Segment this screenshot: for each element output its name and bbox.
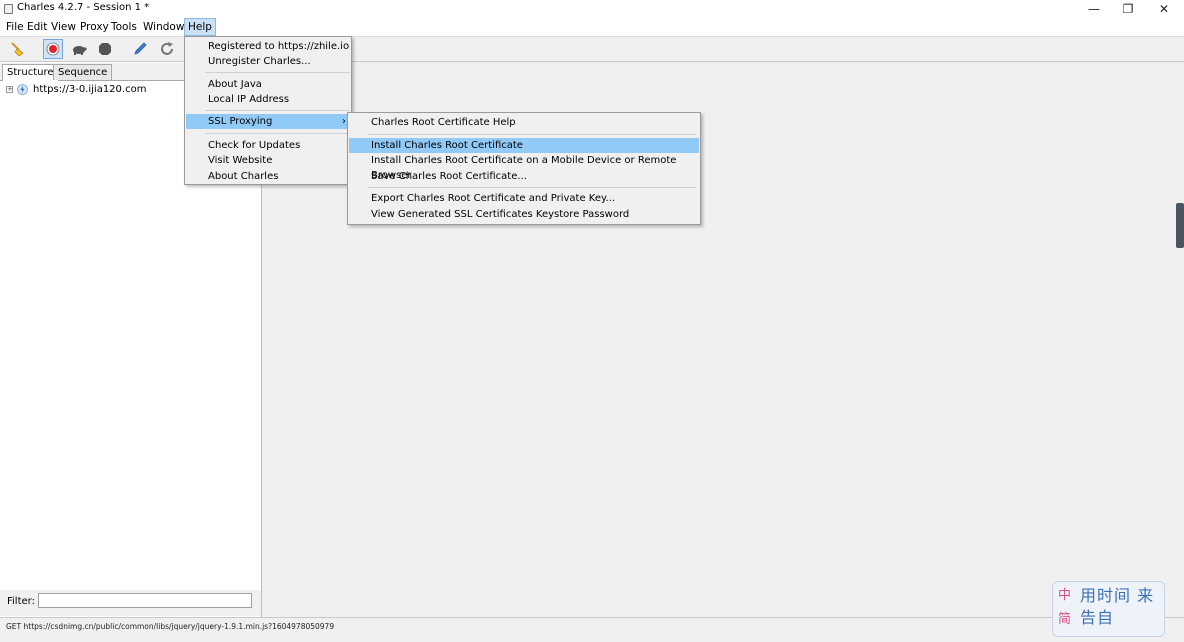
- menu-separator: [205, 72, 350, 73]
- ssl-proxying-submenu: Charles Root Certificate Help Install Ch…: [347, 112, 701, 225]
- clear-session-button[interactable]: [7, 39, 27, 59]
- side-handle[interactable]: [1176, 203, 1184, 248]
- tree-host-item[interactable]: https://3-0.ijia120.com: [33, 84, 146, 95]
- refresh-icon: [161, 42, 173, 55]
- throttle-button[interactable]: [69, 39, 89, 59]
- menu-window[interactable]: Window: [140, 18, 187, 36]
- menu-proxy[interactable]: Proxy: [77, 18, 112, 36]
- menu-item-root-cert-help[interactable]: Charles Root Certificate Help: [349, 115, 699, 130]
- repeat-button[interactable]: [157, 39, 177, 59]
- pen-icon: [134, 42, 147, 55]
- menu-item-view-keystore-password[interactable]: View Generated SSL Certificates Keystore…: [349, 207, 699, 222]
- help-menu: Registered to https://zhile.io Unregiste…: [184, 36, 352, 185]
- menu-item-export-root-cert[interactable]: Export Charles Root Certificate and Priv…: [349, 191, 699, 206]
- menu-edit[interactable]: Edit: [24, 18, 50, 36]
- menu-help[interactable]: Help: [184, 18, 216, 36]
- menu-item-check-updates[interactable]: Check for Updates: [186, 138, 350, 153]
- menu-separator: [368, 134, 696, 135]
- breakpoints-button[interactable]: [95, 39, 115, 59]
- broom-icon: [11, 42, 24, 57]
- tab-structure[interactable]: Structure: [2, 64, 59, 81]
- status-text: GET https://csdnimg.cn/public/common/lib…: [6, 622, 335, 631]
- lightning-icon: [17, 84, 28, 95]
- close-icon[interactable]: ✕: [1146, 0, 1182, 18]
- menu-item-about-charles[interactable]: About Charles: [186, 169, 350, 184]
- record-button[interactable]: [43, 39, 63, 59]
- menu-item-save-root-cert[interactable]: Save Charles Root Certificate...: [349, 169, 699, 184]
- throttle-turtle-icon: [73, 46, 87, 55]
- menu-tools[interactable]: Tools: [108, 18, 140, 36]
- tree-expand-icon[interactable]: +: [6, 86, 13, 93]
- filter-label: Filter:: [7, 596, 35, 607]
- menu-item-ssl-proxying[interactable]: SSL Proxying ›: [186, 114, 350, 129]
- breakpoint-icon: [99, 43, 111, 55]
- menu-separator: [205, 110, 350, 111]
- menu-item-unregister[interactable]: Unregister Charles...: [186, 54, 350, 69]
- submenu-arrow-icon: ›: [342, 116, 346, 127]
- menu-separator: [205, 133, 350, 134]
- window-title: Charles 4.2.7 - Session 1 *: [17, 2, 150, 13]
- app-icon: [4, 4, 13, 14]
- menu-item-about-java[interactable]: About Java: [186, 77, 350, 92]
- menu-view[interactable]: View: [48, 18, 79, 36]
- watermark-text: 用时间 来告自: [1080, 586, 1155, 627]
- menu-item-install-root-cert[interactable]: Install Charles Root Certificate: [349, 138, 699, 153]
- tab-sequence[interactable]: Sequence: [53, 64, 113, 80]
- menu-item-visit-website[interactable]: Visit Website: [186, 153, 350, 168]
- filter-input[interactable]: [38, 593, 252, 608]
- compose-button[interactable]: [130, 39, 150, 59]
- menu-item-local-ip[interactable]: Local IP Address: [186, 92, 350, 107]
- restore-icon[interactable]: ❐: [1110, 0, 1146, 18]
- record-icon: [46, 42, 60, 56]
- minimize-icon[interactable]: —: [1076, 0, 1112, 18]
- menu-item-registered[interactable]: Registered to https://zhile.io: [186, 39, 350, 54]
- toolbar: [0, 37, 1184, 62]
- menu-item-ssl-proxying-label: SSL Proxying: [208, 116, 273, 127]
- watermark-side-text: 中 简: [1058, 588, 1072, 627]
- title-bar: [0, 0, 1184, 18]
- menu-separator: [368, 187, 696, 188]
- menu-item-install-root-cert-mobile[interactable]: Install Charles Root Certificate on a Mo…: [349, 153, 699, 181]
